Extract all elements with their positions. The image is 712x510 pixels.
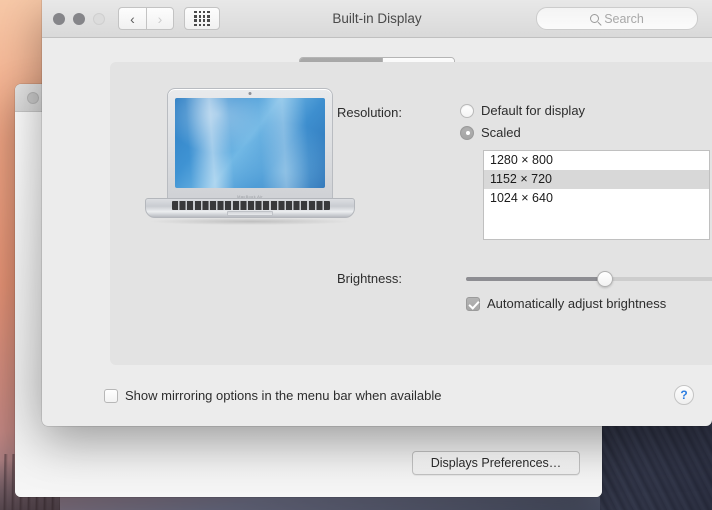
close-button[interactable] <box>53 13 65 25</box>
show-all-preferences-button[interactable] <box>184 7 220 30</box>
navigation-buttons: ‹ › <box>118 7 174 30</box>
auto-adjust-brightness-indicator <box>466 296 480 311</box>
resolution-list[interactable]: 1280 × 800 1152 × 720 1024 × 640 <box>483 150 710 240</box>
radio-default-for-display-label: Default for display <box>481 103 586 118</box>
search-placeholder: Search <box>604 11 644 26</box>
radio-default-for-display[interactable]: Default for display <box>460 103 585 118</box>
macbook-base <box>145 198 355 218</box>
auto-adjust-brightness-checkbox[interactable]: Automatically adjust brightness <box>466 296 666 311</box>
resolution-list-item[interactable]: 1280 × 800 <box>484 151 709 170</box>
resolution-label: Resolution: <box>336 105 402 120</box>
help-button[interactable]: ? <box>674 385 694 405</box>
radio-scaled-indicator <box>460 125 474 140</box>
macbook-keyboard <box>172 201 330 210</box>
slider-fill <box>466 277 605 281</box>
question-mark-icon: ? <box>680 388 688 402</box>
display-settings-panel: MacBook Air Resolution: Default for disp… <box>110 62 712 365</box>
back-button[interactable]: ‹ <box>118 7 146 30</box>
resolution-list-item[interactable]: 1024 × 640 <box>484 189 709 208</box>
brightness-label: Brightness: <box>336 271 402 286</box>
show-mirroring-options-checkbox[interactable]: Show mirroring options in the menu bar w… <box>104 388 442 403</box>
radio-scaled-label: Scaled <box>481 125 521 140</box>
brightness-slider[interactable] <box>466 271 712 287</box>
zoom-button[interactable] <box>93 13 105 25</box>
chevron-left-icon: ‹ <box>130 10 135 27</box>
slider-knob[interactable] <box>596 271 613 287</box>
chevron-right-icon: › <box>157 10 163 27</box>
auto-adjust-brightness-label: Automatically adjust brightness <box>487 296 667 311</box>
macbook-lid: MacBook Air <box>167 88 333 201</box>
camera-icon <box>248 92 252 95</box>
radio-default-for-display-indicator <box>460 103 474 118</box>
built-in-display-window[interactable]: ‹ › Built-in Display Search Display Colo… <box>42 0 712 426</box>
search-icon <box>590 14 600 23</box>
displays-preferences-button[interactable]: Displays Preferences… <box>412 451 580 475</box>
show-mirroring-options-indicator <box>104 388 118 403</box>
traffic-lights <box>53 13 105 25</box>
macbook-trackpad <box>227 211 273 216</box>
minimize-button[interactable] <box>73 13 85 25</box>
macbook-screen <box>175 98 325 188</box>
show-mirroring-options-label: Show mirroring options in the menu bar w… <box>125 388 442 403</box>
search-input[interactable]: Search <box>536 7 698 30</box>
background-window-close-button[interactable] <box>27 92 39 104</box>
macbook-shadow <box>151 218 349 225</box>
radio-scaled[interactable]: Scaled <box>460 125 521 140</box>
resolution-list-item-selected[interactable]: 1152 × 720 <box>484 170 709 189</box>
grid-icon <box>194 10 210 27</box>
window-titlebar: ‹ › Built-in Display Search <box>42 0 712 38</box>
forward-button[interactable]: › <box>146 7 174 30</box>
